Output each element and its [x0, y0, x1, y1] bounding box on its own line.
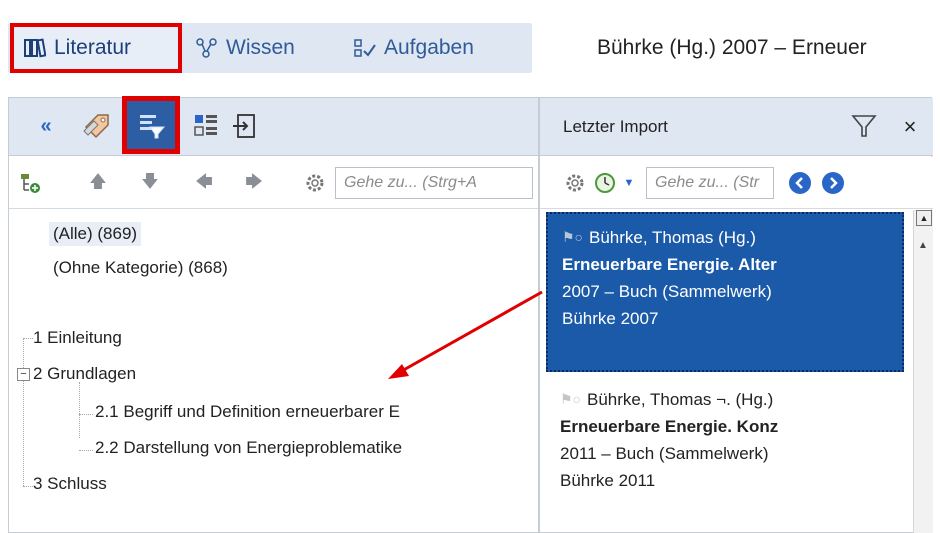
tag-button[interactable] — [81, 110, 113, 142]
filtered-list-icon — [140, 115, 166, 139]
reference-settings-button[interactable] — [562, 170, 588, 196]
gear-icon — [566, 174, 584, 192]
history-button[interactable] — [592, 170, 618, 196]
export-icon — [233, 114, 255, 138]
tab-aufgaben-label: Aufgaben — [384, 36, 474, 59]
reference-goto-input[interactable]: Gehe zu... (Str — [646, 167, 774, 199]
reference-nav-bar: ▼ Gehe zu... (Str — [540, 157, 933, 209]
category-grid-button[interactable] — [192, 112, 220, 140]
tasks-icon — [352, 35, 378, 61]
back-arrow-icon — [789, 172, 811, 194]
tree-line — [79, 382, 80, 438]
arrow-right-icon: 🡆 — [245, 171, 263, 191]
panel-label: Letzter Import — [563, 117, 668, 136]
add-category-button[interactable] — [17, 170, 43, 196]
knowledge-icon — [194, 35, 220, 61]
reference-title: Erneuerbare Energie. Alter — [562, 255, 777, 274]
grid-icon — [194, 115, 217, 136]
back-button[interactable] — [787, 170, 813, 196]
collapse-panel-button[interactable]: « — [35, 114, 57, 138]
books-icon — [22, 35, 48, 61]
category-item[interactable]: 3 Schluss — [33, 474, 107, 494]
category-uncategorized[interactable]: (Ohne Kategorie) (868) — [53, 258, 228, 278]
history-icon — [595, 173, 615, 193]
reference-year-type: 2007 – Buch (Sammelwerk) — [562, 282, 772, 301]
reference-scrollbar[interactable]: ▲ ▲ — [913, 210, 933, 533]
category-toolbar: « — [9, 96, 538, 156]
reference-author-row: ⚑○ Bührke, Thomas ¬. (Hg.) — [560, 386, 896, 413]
gear-icon — [306, 174, 324, 192]
tab-literatur[interactable]: Literatur — [10, 23, 182, 73]
settings-button[interactable] — [302, 170, 328, 196]
add-category-icon — [21, 174, 40, 193]
scroll-up-button[interactable]: ▲ — [918, 240, 928, 251]
arrow-left-icon: 🡄 — [195, 171, 213, 191]
main-tabs: Literatur Wissen Aufgaben — [8, 23, 532, 73]
reference-author: Bührke, Thomas ¬. (Hg.) — [587, 390, 774, 409]
reference-short-title: Bührke 2011 — [560, 471, 656, 490]
reference-author-row: ⚑○ Bührke, Thomas (Hg.) — [562, 224, 894, 251]
reference-card[interactable]: ⚑○ Bührke, Thomas ¬. (Hg.) Erneuerbare E… — [546, 376, 904, 526]
reference-toolbar: Letzter Import × — [540, 98, 933, 156]
category-item[interactable]: 2 Grundlagen — [33, 364, 136, 384]
funnel-icon — [851, 115, 877, 137]
main-panel: « Letzter Import × 🡅 🡇 🡄 🡆 Gehe zu... (S… — [8, 96, 933, 533]
collapse-expander[interactable]: − — [17, 368, 30, 381]
reference-short-title: Bührke 2007 — [562, 309, 659, 328]
forward-button[interactable] — [820, 170, 846, 196]
move-left-button[interactable]: 🡄 — [191, 170, 217, 196]
reference-title: Erneuerbare Energie. Konz — [560, 417, 779, 436]
flag-icon: ⚑○ — [562, 229, 584, 245]
reference-year-type: 2011 – Buch (Sammelwerk) — [560, 444, 769, 463]
filter-button[interactable] — [850, 112, 880, 142]
arrow-down-icon: 🡇 — [141, 171, 159, 191]
caret-down-icon: ▼ — [623, 177, 635, 189]
tree-line — [23, 338, 33, 339]
tab-wissen[interactable]: Wissen — [194, 23, 295, 73]
forward-arrow-icon — [822, 172, 844, 194]
category-item[interactable]: 2.1 Begriff und Definition erneuerbarer … — [95, 402, 515, 422]
category-item[interactable]: 1 Einleitung — [33, 328, 122, 348]
tree-line — [23, 486, 33, 487]
move-down-button[interactable]: 🡇 — [137, 170, 163, 196]
tab-aufgaben[interactable]: Aufgaben — [352, 23, 474, 73]
arrow-up-icon: 🡅 — [89, 171, 107, 191]
category-nav-bar: 🡅 🡇 🡄 🡆 Gehe zu... (Strg+A — [9, 157, 538, 209]
reference-card[interactable]: ⚑○ Bührke, Thomas (Hg.) Erneuerbare Ener… — [546, 212, 904, 372]
move-up-button[interactable]: 🡅 — [85, 170, 111, 196]
category-all[interactable]: (Alle) (869) — [49, 222, 142, 246]
category-item[interactable]: 2.2 Darstellung von Energieproblematike — [95, 438, 515, 458]
tab-wissen-label: Wissen — [226, 36, 295, 59]
tree-line — [79, 450, 93, 451]
tree-line — [79, 414, 93, 415]
tree-line — [23, 338, 24, 486]
flag-icon: ⚑○ — [560, 391, 582, 407]
move-right-button[interactable]: 🡆 — [241, 170, 267, 196]
close-panel-button[interactable]: × — [898, 112, 922, 142]
tab-literatur-label: Literatur — [54, 36, 132, 59]
export-button[interactable] — [231, 112, 259, 140]
scroll-to-top-button[interactable]: ▲ — [916, 210, 932, 226]
top-bar: Literatur Wissen Aufgaben Bührke (Hg.) 2… — [0, 0, 940, 90]
history-dropdown[interactable]: ▼ — [616, 170, 642, 196]
reference-list: ⚑○ Bührke, Thomas (Hg.) Erneuerbare Ener… — [540, 210, 933, 533]
tag-icon — [83, 114, 109, 139]
category-goto-input[interactable]: Gehe zu... (Strg+A — [335, 167, 533, 199]
category-tree: (Alle) (869) (Ohne Kategorie) (868) 1 Ei… — [9, 210, 538, 533]
selection-filter-button[interactable] — [122, 96, 180, 154]
reference-author: Bührke, Thomas (Hg.) — [589, 228, 756, 247]
document-title: Bührke (Hg.) 2007 – Erneuer — [597, 36, 867, 59]
